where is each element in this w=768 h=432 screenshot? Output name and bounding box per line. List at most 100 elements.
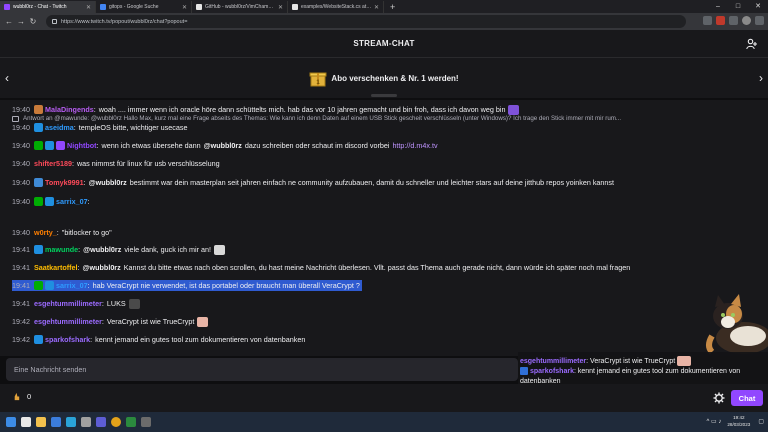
extension-icon[interactable] bbox=[729, 16, 738, 25]
message-username[interactable]: esgehtummillimeter bbox=[34, 316, 102, 327]
address-bar: ← → ↻ https://www.twitch.tv/popout/wubbl… bbox=[0, 13, 768, 30]
profile-icon[interactable] bbox=[742, 16, 751, 25]
tab-favicon-icon bbox=[292, 4, 298, 10]
message-username[interactable]: MalaDingends bbox=[45, 104, 94, 115]
chat-message[interactable]: 19:40 sarrix_07: bbox=[12, 196, 762, 207]
taskbar-app-icon[interactable] bbox=[36, 417, 46, 427]
tab-close-icon[interactable]: ✕ bbox=[182, 4, 187, 11]
taskbar-app-icon[interactable] bbox=[51, 417, 61, 427]
drag-handle[interactable] bbox=[371, 94, 397, 97]
emote-icon[interactable] bbox=[508, 104, 520, 115]
emote-icon[interactable] bbox=[214, 244, 226, 255]
message-username[interactable]: sarrix_07 bbox=[56, 280, 88, 291]
chat-message[interactable]: 19:42 esgehtummillimeter: VeraCrypt ist wi… bbox=[12, 316, 762, 327]
taskbar-app-icon[interactable] bbox=[96, 417, 106, 427]
chat-message[interactable]: 19:41 sarrix_07: hab VeraCrypt nie verwend… bbox=[12, 280, 762, 291]
browser-tab[interactable]: GitHub - wubbl0rz/VimChamp: S... ✕ bbox=[192, 1, 288, 13]
users-icon[interactable] bbox=[746, 38, 758, 50]
message-username[interactable]: mawunde bbox=[45, 244, 78, 255]
taskbar-app-icon[interactable] bbox=[81, 417, 91, 427]
notification-icon[interactable]: ▢ bbox=[758, 418, 764, 425]
overlay-username: esgehtummillimeter bbox=[520, 357, 587, 365]
badge-icon[interactable] bbox=[34, 335, 43, 344]
message-username[interactable]: aseidma bbox=[45, 122, 74, 133]
chevron-left-icon[interactable]: ‹ bbox=[5, 71, 9, 85]
chat-message[interactable]: 19:40 shifter5189: was nimmst für linux fü… bbox=[12, 158, 762, 169]
message-username[interactable]: Tomyk9991 bbox=[45, 177, 84, 188]
new-tab-button[interactable]: + bbox=[384, 1, 401, 13]
badge-icon[interactable] bbox=[45, 281, 54, 290]
windows-start-icon[interactable] bbox=[6, 417, 16, 427]
tab-favicon-icon bbox=[4, 4, 10, 10]
url-input[interactable]: https://www.twitch.tv/popout/wubbl0rz/ch… bbox=[46, 15, 686, 28]
chat-message[interactable]: 19:42 sparkofshark: kennt jemand ein gutes… bbox=[12, 334, 762, 345]
chat-message[interactable]: 19:41 mawunde: @wubbl0rz viele dank, guck i… bbox=[12, 244, 762, 255]
minimize-icon[interactable]: – bbox=[708, 0, 728, 13]
badge-icon[interactable] bbox=[34, 281, 43, 290]
message-username[interactable]: Saatkartoffel bbox=[34, 262, 78, 273]
tab-close-icon[interactable]: ✕ bbox=[86, 4, 91, 11]
chat-message[interactable]: 19:41 Saatkartoffel: @wubbl0rz Kannst du bi… bbox=[12, 262, 762, 273]
chat-message-list[interactable]: 19:40 MalaDingends: woah .... immer wenn i… bbox=[0, 100, 768, 356]
message-username[interactable]: Nightbot bbox=[67, 140, 97, 151]
message-username[interactable]: sarrix_07 bbox=[56, 196, 88, 207]
gift-sub-banner[interactable]: ‹ 1 Abo verschenken & Nr. 1 werden! › bbox=[0, 58, 768, 98]
menu-icon[interactable] bbox=[755, 16, 764, 25]
browser-tab[interactable]: examples/WebsiteStack.cs at ma... ✕ bbox=[288, 1, 384, 13]
reload-icon[interactable]: ↻ bbox=[27, 17, 39, 26]
maximize-icon[interactable]: □ bbox=[728, 0, 748, 13]
emote-icon[interactable] bbox=[128, 298, 140, 309]
message-mention[interactable]: @wubbl0rz bbox=[83, 262, 121, 273]
badge-icon[interactable] bbox=[34, 141, 43, 150]
message-username[interactable]: shifter5189 bbox=[34, 158, 72, 169]
badge-icon[interactable] bbox=[34, 178, 43, 187]
close-icon[interactable]: ✕ bbox=[748, 0, 768, 13]
message-mention[interactable]: @wubbl0rz bbox=[83, 244, 121, 255]
browser-tab[interactable]: gitops - Google Suche ✕ bbox=[96, 1, 192, 13]
system-tray: ^ ▭ ♪ 19:42 28/03/2023 ▢ bbox=[707, 414, 765, 428]
chat-message[interactable]: 19:41 esgehtummillimeter: LUKS bbox=[12, 298, 762, 309]
message-link[interactable]: http://d.m4x.tv bbox=[392, 140, 437, 151]
taskbar-app-icon[interactable] bbox=[21, 417, 31, 427]
tab-close-icon[interactable]: ✕ bbox=[278, 4, 283, 11]
cat-image bbox=[706, 294, 768, 354]
emote-icon[interactable] bbox=[197, 316, 209, 327]
gear-icon[interactable] bbox=[713, 392, 725, 404]
chat-input-placeholder: Eine Nachricht senden bbox=[14, 365, 87, 374]
badge-icon[interactable] bbox=[34, 105, 43, 114]
message-username[interactable]: w0rty_ bbox=[34, 227, 57, 238]
chat-message[interactable]: 19:40 w0rty_: "bitlocker to go" bbox=[12, 227, 762, 238]
message-mention[interactable]: @wubbl0rz bbox=[89, 177, 127, 188]
lock-icon bbox=[52, 19, 57, 24]
chat-send-button[interactable]: Chat bbox=[731, 390, 763, 406]
extension-icon[interactable] bbox=[703, 16, 712, 25]
chat-message[interactable]: 19:40 MalaDingends: woah .... immer wenn i… bbox=[12, 104, 762, 115]
message-username[interactable]: esgehtummillimeter bbox=[34, 298, 102, 309]
chat-message[interactable]: 19:40 aseidma: templeOS bitte, wichtiger u… bbox=[12, 122, 762, 133]
badge-icon[interactable] bbox=[34, 197, 43, 206]
badge-icon[interactable] bbox=[45, 197, 54, 206]
chrome-icon[interactable] bbox=[111, 417, 121, 427]
badge-icon[interactable] bbox=[34, 123, 43, 132]
reply-icon bbox=[12, 115, 19, 122]
badge-icon[interactable] bbox=[45, 141, 54, 150]
badge-icon[interactable] bbox=[56, 141, 65, 150]
chat-input[interactable]: Eine Nachricht senden bbox=[6, 358, 518, 381]
clock[interactable]: 19:42 28/03/2023 bbox=[727, 414, 750, 428]
badge-icon[interactable] bbox=[34, 245, 43, 254]
extension-icon[interactable] bbox=[716, 16, 725, 25]
taskbar-app-icon[interactable] bbox=[66, 417, 76, 427]
taskbar-app-icon[interactable] bbox=[141, 417, 151, 427]
channel-points-button[interactable]: 0 bbox=[12, 392, 31, 401]
browser-tab[interactable]: wubbl0rz - Chat - Twitch ✕ bbox=[0, 1, 96, 13]
taskbar-app-icon[interactable] bbox=[126, 417, 136, 427]
chevron-right-icon[interactable]: › bbox=[759, 71, 763, 85]
message-username[interactable]: sparkofshark bbox=[45, 334, 90, 345]
tab-close-icon[interactable]: ✕ bbox=[374, 4, 379, 11]
chat-message[interactable]: 19:40 Nightbot: wenn ich etwas übersehe da… bbox=[12, 140, 762, 151]
message-mention[interactable]: @wubbl0rz bbox=[204, 140, 242, 151]
tray-icons[interactable]: ^ ▭ ♪ bbox=[707, 418, 722, 425]
chat-message[interactable]: 19:40 Tomyk9991: @wubbl0rz bestimmt war dei… bbox=[12, 177, 762, 188]
forward-icon[interactable]: → bbox=[15, 17, 27, 26]
back-icon[interactable]: ← bbox=[3, 17, 15, 26]
